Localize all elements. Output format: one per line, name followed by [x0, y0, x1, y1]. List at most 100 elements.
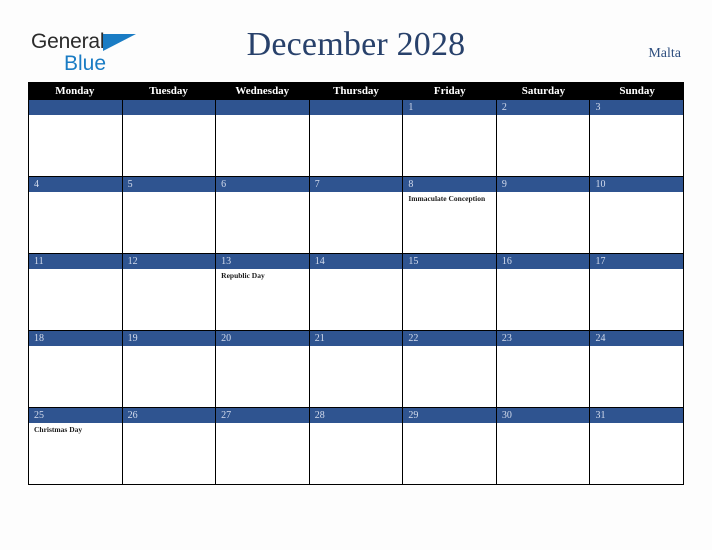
calendar-day-cell[interactable]: 17	[590, 254, 685, 330]
day-body	[497, 346, 590, 348]
calendar-day-cell[interactable]: 16	[496, 254, 591, 330]
day-number	[122, 100, 216, 115]
day-body	[29, 192, 122, 194]
day-number: 28	[309, 408, 403, 423]
day-number: 16	[496, 254, 590, 269]
calendar-day-cell[interactable]: 8 Immaculate Conception	[403, 177, 497, 253]
day-body	[403, 269, 496, 271]
day-body: Christmas Day	[29, 423, 122, 435]
calendar-day-cell[interactable]: 14	[309, 254, 404, 330]
calendar-day-cell[interactable]: 7	[309, 177, 404, 253]
day-number: 29	[403, 408, 496, 423]
day-number: 31	[590, 408, 684, 423]
day-number: 10	[590, 177, 684, 192]
calendar-week-row: 11 12 13 Republic Day 14 15 16 17	[28, 254, 685, 331]
calendar-day-cell[interactable]: 25 Christmas Day	[29, 408, 123, 484]
weekday-wednesday: Wednesday	[235, 85, 290, 97]
day-number: 11	[29, 254, 122, 269]
day-number: 19	[122, 331, 216, 346]
day-body	[310, 192, 403, 194]
calendar-day-cell[interactable]: 9	[496, 177, 591, 253]
day-number: 30	[496, 408, 590, 423]
calendar-day-cell[interactable]: 3	[590, 100, 685, 176]
day-number: 18	[29, 331, 122, 346]
day-number: 25	[29, 408, 122, 423]
calendar-day-cell-empty[interactable]	[29, 100, 123, 176]
weekday-sunday: Sunday	[619, 85, 655, 97]
day-number: 4	[29, 177, 122, 192]
calendar-day-cell[interactable]: 2	[496, 100, 591, 176]
day-body	[216, 115, 309, 117]
day-body	[403, 423, 496, 425]
day-number: 15	[403, 254, 496, 269]
calendar-day-cell[interactable]: 4	[29, 177, 123, 253]
calendar-day-cell[interactable]: 1	[403, 100, 497, 176]
day-body	[123, 115, 216, 117]
weekday-friday: Friday	[433, 85, 466, 97]
day-number: 9	[496, 177, 590, 192]
calendar-day-cell[interactable]: 29	[403, 408, 497, 484]
day-number	[216, 100, 309, 115]
calendar-day-cell-empty[interactable]	[216, 100, 310, 176]
day-body	[216, 192, 309, 194]
calendar-day-cell[interactable]: 27	[216, 408, 310, 484]
weekday-monday: Monday	[55, 85, 95, 97]
day-body	[590, 192, 683, 194]
day-number: 20	[216, 331, 309, 346]
holiday-label: Christmas Day	[34, 425, 83, 434]
day-number: 3	[590, 100, 684, 115]
day-body	[403, 115, 496, 117]
weekday-tuesday: Tuesday	[149, 85, 188, 97]
day-body	[216, 346, 309, 348]
day-body	[123, 269, 216, 271]
day-number: 24	[590, 331, 684, 346]
day-number: 14	[309, 254, 403, 269]
calendar-day-cell[interactable]: 22	[403, 331, 497, 407]
day-number: 8	[403, 177, 496, 192]
day-number: 6	[216, 177, 309, 192]
page-header: General Blue December 2028 Malta	[0, 0, 712, 82]
day-number: 21	[309, 331, 403, 346]
calendar-day-cell[interactable]: 10	[590, 177, 685, 253]
day-body	[590, 423, 683, 425]
calendar-day-cell[interactable]: 13 Republic Day	[216, 254, 310, 330]
day-number: 27	[216, 408, 309, 423]
day-number: 13	[216, 254, 309, 269]
calendar-day-cell[interactable]: 12	[122, 254, 217, 330]
calendar-day-cell[interactable]: 24	[590, 331, 685, 407]
day-number: 17	[590, 254, 684, 269]
day-body	[590, 346, 683, 348]
calendar-day-cell[interactable]: 31	[590, 408, 685, 484]
day-number	[29, 100, 122, 115]
day-number: 2	[496, 100, 590, 115]
day-body	[497, 192, 590, 194]
calendar-day-cell[interactable]: 18	[29, 331, 123, 407]
calendar-day-cell[interactable]: 19	[122, 331, 217, 407]
calendar-day-cell[interactable]: 28	[309, 408, 404, 484]
day-number: 1	[403, 100, 496, 115]
calendar-day-cell-empty[interactable]	[309, 100, 404, 176]
country-label: Malta	[648, 46, 681, 61]
day-body	[310, 269, 403, 271]
calendar-day-cell[interactable]: 30	[496, 408, 591, 484]
calendar-day-cell[interactable]: 23	[496, 331, 591, 407]
day-number: 23	[496, 331, 590, 346]
weekday-header-row: Monday Tuesday Wednesday Thursday Friday…	[28, 82, 684, 100]
calendar-day-cell[interactable]: 5	[122, 177, 217, 253]
day-body: Immaculate Conception	[403, 192, 496, 204]
day-number: 5	[122, 177, 216, 192]
calendar-grid: Monday Tuesday Wednesday Thursday Friday…	[28, 82, 685, 485]
calendar-day-cell[interactable]: 20	[216, 331, 310, 407]
calendar-day-cell[interactable]: 15	[403, 254, 497, 330]
calendar-day-cell[interactable]: 21	[309, 331, 404, 407]
calendar-day-cell[interactable]: 6	[216, 177, 310, 253]
day-body	[590, 269, 683, 271]
day-body	[497, 423, 590, 425]
calendar-week-row: 123	[28, 100, 685, 177]
calendar-weeks: 1 2 3 4 5 6 7 8 Immaculate Conception 9 10 11 12 13 Re…	[28, 100, 685, 485]
calendar-day-cell-empty[interactable]	[122, 100, 217, 176]
calendar-day-cell[interactable]: 26	[122, 408, 217, 484]
holiday-label: Immaculate Conception	[408, 194, 486, 203]
calendar-day-cell[interactable]: 11	[29, 254, 123, 330]
day-body	[310, 115, 403, 117]
